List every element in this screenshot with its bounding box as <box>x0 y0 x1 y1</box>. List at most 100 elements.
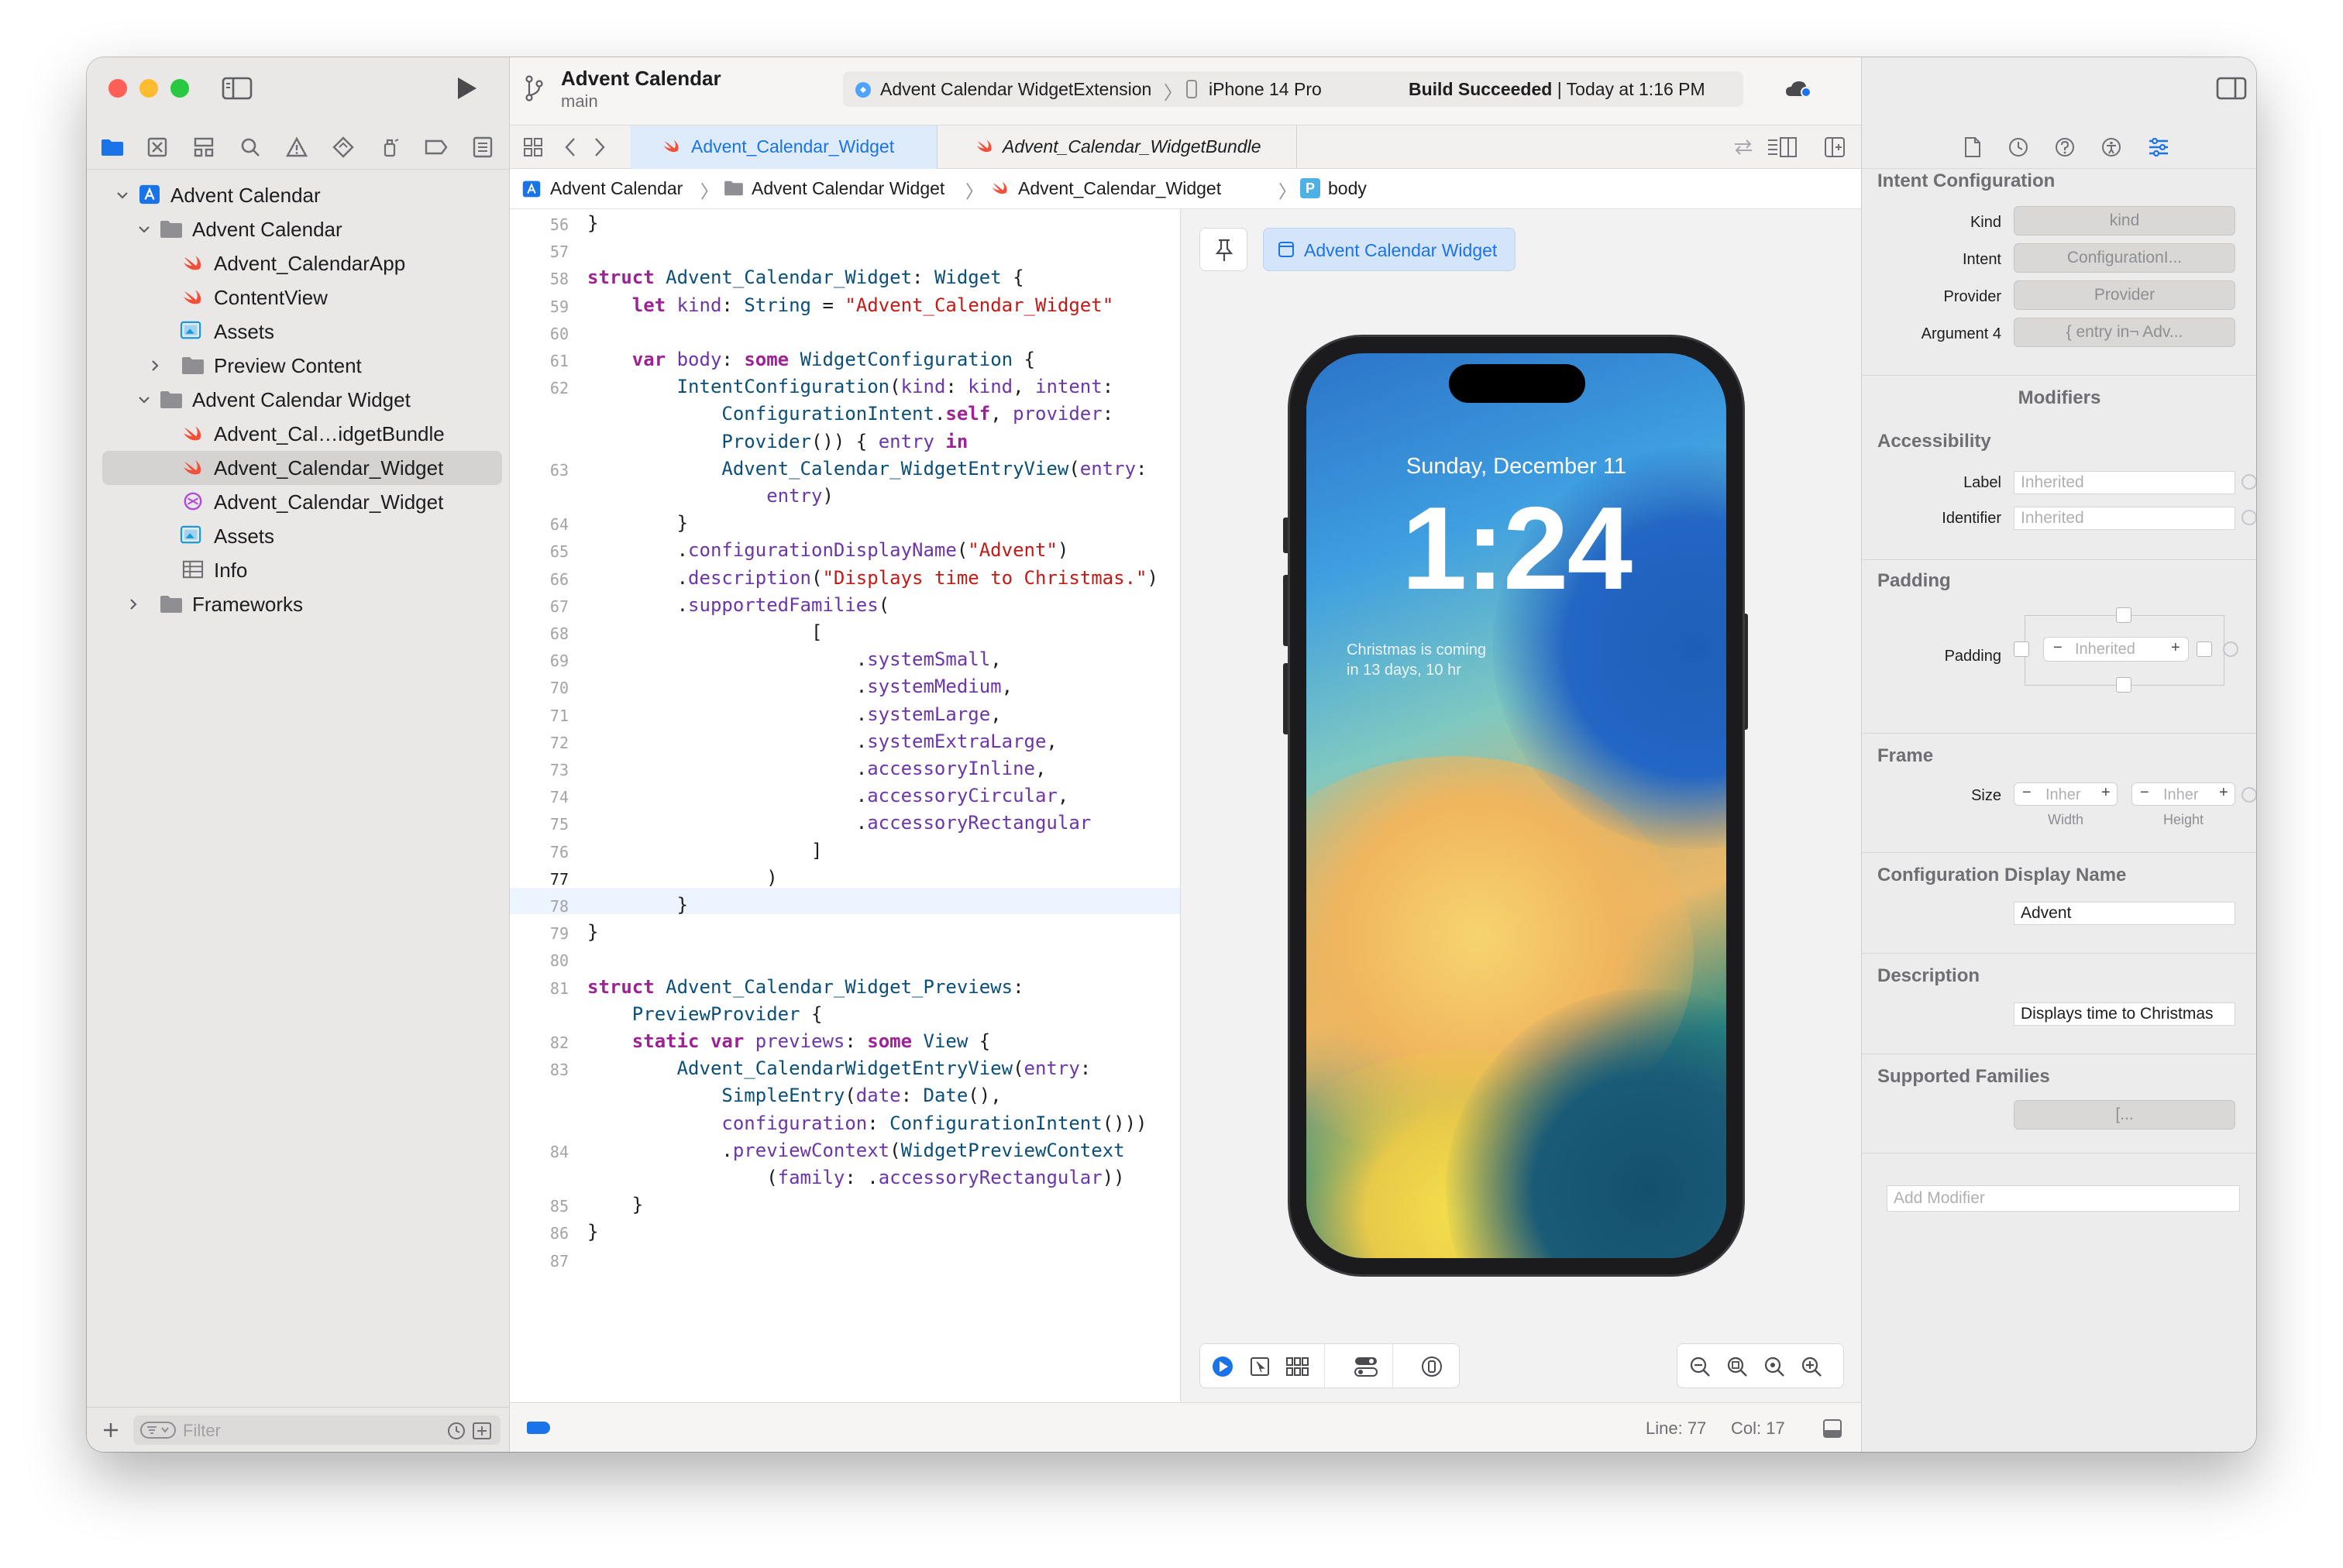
frame-reset-icon[interactable] <box>2242 787 2256 803</box>
filter-options-icon[interactable] <box>139 1420 177 1440</box>
intent-value[interactable]: ConfigurationI... <box>2014 243 2235 273</box>
kind-value[interactable]: kind <box>2014 206 2235 236</box>
zoom-out-icon[interactable] <box>1688 1355 1712 1378</box>
tree-item-project[interactable]: Advent Calendar M <box>102 178 563 212</box>
acc-label-reset-icon[interactable] <box>2242 474 2256 490</box>
back-icon[interactable] <box>559 135 581 160</box>
breadcrumb-folder[interactable]: Advent Calendar Widget <box>752 178 944 199</box>
increment-icon[interactable]: + <box>2101 784 2111 802</box>
split-editor-icon[interactable] <box>1821 135 1849 160</box>
test-diamond-icon[interactable] <box>330 135 356 160</box>
source-control-icon[interactable] <box>144 135 170 160</box>
accessory-rectangular-widget[interactable]: Christmas is coming in 13 days, 10 hr <box>1347 640 1486 680</box>
related-items-icon[interactable] <box>521 135 545 160</box>
pin-preview-button[interactable] <box>1199 228 1247 271</box>
editor-options-icon[interactable] <box>1765 135 1799 160</box>
zoom-button[interactable] <box>170 79 189 98</box>
run-button[interactable] <box>451 73 482 104</box>
folder-icon[interactable] <box>99 135 126 160</box>
width-stepper[interactable]: − Inher + <box>2014 782 2118 806</box>
decrement-icon[interactable]: − <box>2053 639 2063 657</box>
run-destination[interactable]: iPhone 14 Pro <box>1209 79 1322 100</box>
attributes-inspector-icon[interactable] <box>2145 135 2172 160</box>
decrement-icon[interactable]: − <box>2022 784 2032 802</box>
preview-variant-chip[interactable]: Advent Calendar Widget <box>1263 228 1516 271</box>
warning-icon[interactable] <box>284 135 310 160</box>
device-settings-icon[interactable] <box>1419 1353 1445 1380</box>
provider-value[interactable]: Provider <box>2014 280 2235 310</box>
tree-item-file[interactable]: Info A <box>102 553 563 587</box>
tree-item-assets[interactable]: Assets <box>102 315 502 349</box>
padding-leading-checkbox[interactable] <box>2014 641 2029 657</box>
tree-item-file[interactable]: ContentView <box>102 280 502 315</box>
acc-identifier-field[interactable]: Inherited <box>2014 507 2235 530</box>
cloud-icon[interactable] <box>1784 74 1815 105</box>
symbol-navigator-icon[interactable] <box>191 135 217 160</box>
debug-area-toggle-icon[interactable] <box>1821 1417 1844 1440</box>
live-preview-icon[interactable] <box>1209 1353 1236 1380</box>
chevron-right-icon[interactable] <box>149 359 161 372</box>
tab-widget-bundle[interactable]: Advent_Calendar_WidgetBundle <box>939 126 1297 169</box>
zoom-in-icon[interactable] <box>1800 1355 1823 1378</box>
tree-item-assets[interactable]: Assets M <box>102 519 564 553</box>
height-stepper[interactable]: − Inher + <box>2131 782 2235 806</box>
forward-icon[interactable] <box>589 135 611 160</box>
sidebar-toggle-icon[interactable] <box>220 74 254 102</box>
history-inspector-icon[interactable] <box>2006 135 2031 160</box>
variants-grid-icon[interactable] <box>1284 1353 1312 1380</box>
add-modifier-field[interactable]: Add Modifier <box>1887 1185 2240 1212</box>
breadcrumb-symbol[interactable]: body <box>1328 178 1367 199</box>
acc-identifier-reset-icon[interactable] <box>2242 510 2256 525</box>
increment-icon[interactable]: + <box>2171 639 2180 657</box>
accessibility-inspector-icon[interactable] <box>2099 135 2124 160</box>
scheme-target[interactable]: Advent Calendar WidgetExtension <box>880 79 1151 100</box>
tree-item-folder[interactable]: Frameworks <box>102 587 502 621</box>
argument4-value[interactable]: { entry in¬ Adv... <box>2014 318 2235 347</box>
chevron-down-icon[interactable] <box>116 189 129 201</box>
source-editor[interactable]: 56} 57 58 struct Advent_Calendar_Widget: Wi… <box>510 209 1181 1402</box>
file-inspector-icon[interactable] <box>1961 135 1984 160</box>
increment-icon[interactable]: + <box>2219 784 2228 802</box>
report-icon[interactable] <box>470 135 496 160</box>
zoom-to-100-icon[interactable] <box>1725 1355 1749 1378</box>
config-display-name-field[interactable]: Advent <box>2014 902 2235 925</box>
tree-item-folder[interactable]: Advent Calendar <box>102 212 502 246</box>
padding-stepper[interactable]: − Inherited + <box>2043 637 2189 662</box>
chevron-down-icon[interactable] <box>138 223 150 236</box>
recent-files-icon[interactable] <box>446 1421 466 1441</box>
padding-reset-icon[interactable] <box>2223 641 2238 657</box>
search-icon[interactable] <box>237 135 263 160</box>
padding-top-checkbox[interactable] <box>2116 607 2131 623</box>
close-button[interactable] <box>108 79 127 98</box>
decrement-icon[interactable]: − <box>2140 784 2149 802</box>
tree-item-file[interactable]: Advent_Cal…idgetBundle A <box>102 417 563 451</box>
minimize-button[interactable] <box>139 79 158 98</box>
add-icon[interactable] <box>101 1420 121 1440</box>
chevron-down-icon[interactable] <box>138 394 150 406</box>
padding-trailing-checkbox[interactable] <box>2197 641 2212 657</box>
padding-bottom-checkbox[interactable] <box>2116 677 2131 693</box>
breadcrumb-project[interactable]: Advent Calendar <box>550 178 683 199</box>
inspector-toggle-icon[interactable] <box>2215 74 2248 102</box>
filter-field[interactable]: Filter <box>133 1415 501 1445</box>
description-field[interactable]: Displays time to Christmas <box>2014 1002 2235 1026</box>
tree-item-folder[interactable]: Advent Calendar Widget <box>102 383 502 417</box>
canvas-settings-icon[interactable] <box>1352 1353 1380 1380</box>
tree-item-folder[interactable]: Preview Content <box>102 349 502 383</box>
supported-families-value[interactable]: [... <box>2014 1100 2235 1130</box>
tab-advent-calendar-widget[interactable]: Advent_Calendar_Widget <box>631 126 938 169</box>
quick-help-icon[interactable] <box>2052 135 2077 160</box>
tree-item-file-selected[interactable]: Advent_Calendar_Widget A <box>102 451 563 485</box>
chevron-right-icon[interactable] <box>127 598 139 610</box>
acc-label-field[interactable]: Inherited <box>2014 471 2235 494</box>
debug-spray-icon[interactable] <box>377 135 403 160</box>
tree-item-file[interactable]: Advent_Calendar_Widget A <box>102 485 563 519</box>
selectable-mode-icon[interactable] <box>1247 1353 1273 1380</box>
breadcrumb-file[interactable]: Advent_Calendar_Widget <box>1018 178 1221 199</box>
zoom-to-fit-icon[interactable] <box>1763 1355 1786 1378</box>
breakpoints-toggle-icon[interactable] <box>527 1422 550 1434</box>
scm-filter-icon[interactable] <box>471 1421 493 1441</box>
tree-item-file[interactable]: Advent_CalendarApp <box>102 246 502 280</box>
breakpoint-icon[interactable] <box>423 135 449 160</box>
refresh-arrows-icon[interactable] <box>1729 135 1757 160</box>
